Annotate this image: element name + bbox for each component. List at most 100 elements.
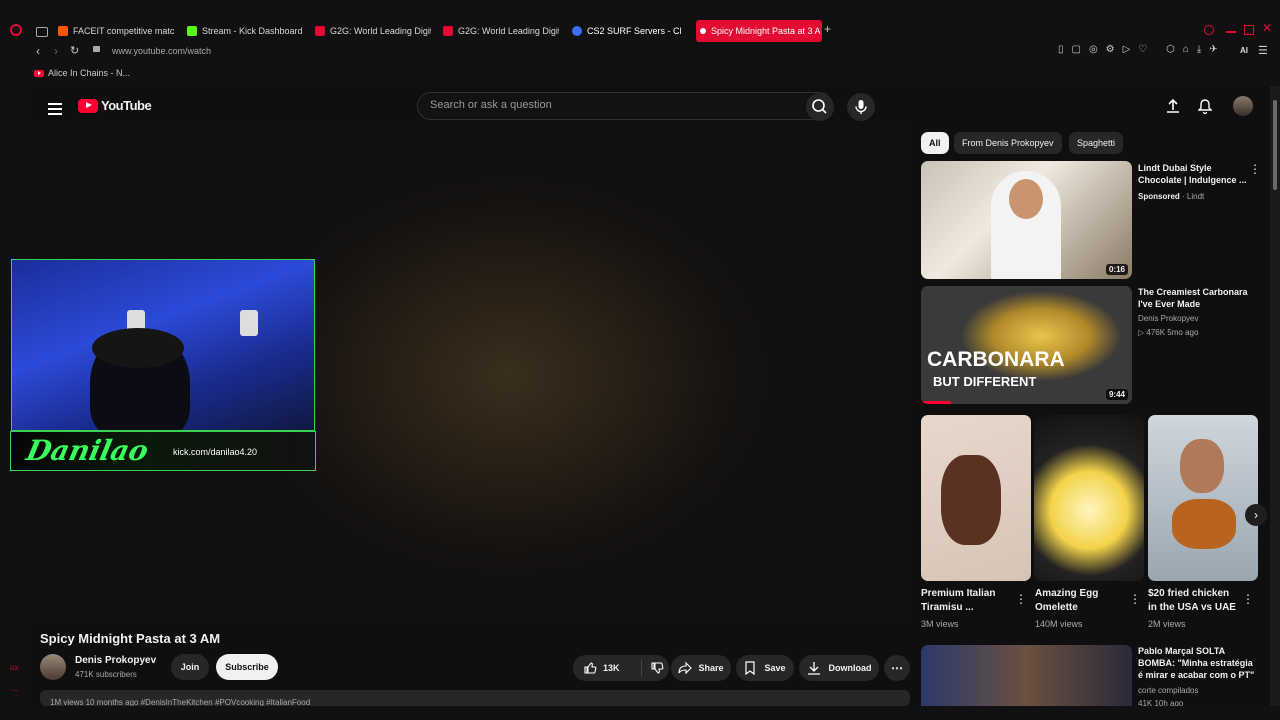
sidebar-aside-label[interactable]: GX [10, 666, 19, 672]
chip-label: All [929, 138, 941, 148]
speaker-right [240, 310, 258, 336]
shorts-next-button[interactable]: › [1245, 504, 1267, 526]
menu-icon[interactable]: ☰ [1258, 44, 1268, 57]
save-button[interactable]: Save [736, 655, 794, 681]
tab-label: Spicy Midnight Pasta at 3 A [711, 26, 821, 36]
more-options-icon[interactable]: ⋮ [1242, 592, 1254, 606]
short-thumbnail[interactable] [1148, 415, 1258, 581]
chip-label: Spaghetti [1077, 138, 1116, 148]
cs2-favicon-icon [572, 26, 582, 36]
more-actions-button[interactable]: ⋯ [884, 655, 910, 681]
short-thumbnail[interactable] [921, 415, 1031, 581]
short-views: 3M views [921, 619, 959, 629]
subscribe-button[interactable]: Subscribe [216, 654, 278, 680]
new-tab-button[interactable]: + [824, 22, 831, 36]
tab-g2g-1[interactable]: G2G: World Leading Digita [315, 20, 431, 42]
webcam-overlay [11, 259, 315, 431]
tab-g2g-2[interactable]: G2G: World Leading Digita [443, 20, 559, 42]
restore-icon[interactable] [1244, 25, 1254, 35]
short-title[interactable]: Amazing Egg Omelette [1035, 587, 1115, 615]
chip-from-channel[interactable]: From Denis Prokopyev [954, 132, 1062, 154]
sidebar-more-icon[interactable]: ... [11, 684, 18, 693]
tab-label: G2G: World Leading Digita [458, 26, 559, 36]
watch-progress-bar [921, 401, 951, 404]
forward-icon[interactable]: › [54, 44, 58, 58]
share-arrow-icon [678, 661, 693, 675]
recommendation-title[interactable]: The Creamiest Carbonara I've Ever Made [1138, 286, 1258, 310]
recommendation-thumbnail[interactable]: CARBONARA BUT DIFFERENT 9:44 [921, 286, 1132, 404]
recommendation-thumbnail[interactable] [921, 645, 1132, 706]
thumbs-down-icon [651, 662, 664, 674]
bookmark-item[interactable]: Alice In Chains - N... [48, 68, 130, 78]
scrollbar-thumb[interactable] [1273, 100, 1277, 190]
tab-kick[interactable]: Stream - Kick Dashboard [187, 20, 303, 42]
recommendation-stats: ▷ 476K 5mo ago [1138, 328, 1199, 337]
join-button[interactable]: Join [171, 654, 209, 680]
short-thumbnail[interactable] [1034, 415, 1144, 581]
chip-all[interactable]: All [921, 132, 949, 154]
reload-icon[interactable]: ↻ [70, 44, 79, 57]
minimize-icon[interactable] [1226, 31, 1236, 33]
fried-chicken [1172, 499, 1236, 549]
search-button[interactable] [806, 93, 834, 121]
lock-icon [93, 46, 100, 52]
video-title: Spicy Midnight Pasta at 3 AM [40, 631, 221, 646]
like-button[interactable]: 13K [573, 660, 642, 676]
tab-label: FACEIT competitive match [73, 26, 174, 36]
short-views: 140M views [1035, 619, 1083, 629]
channel-avatar[interactable] [40, 654, 66, 680]
subscribe-label: Subscribe [225, 662, 269, 672]
youtube-logo[interactable]: YouTube [78, 98, 152, 113]
more-options-icon[interactable]: ⋮ [1249, 162, 1261, 176]
short-views: 2M views [1148, 619, 1186, 629]
address-bar: ‹ › ↻ www.youtube.com/watch ▯▢◎⚙▷♡ ⬡⌂⤓✈ … [0, 44, 1280, 62]
share-button[interactable]: Share [671, 655, 731, 681]
user-avatar[interactable] [1233, 96, 1253, 116]
url-text[interactable]: www.youtube.com/watch [112, 46, 211, 56]
tab-cs2-surf[interactable]: CS2 SURF Servers - Cl✕ [572, 20, 690, 42]
search-tabs-icon[interactable] [1204, 25, 1214, 35]
more-options-icon[interactable]: ⋮ [1015, 592, 1027, 606]
browser-bottom-strip [0, 706, 1280, 720]
more-options-icon[interactable]: ⋮ [1129, 592, 1141, 606]
close-window-icon[interactable]: ✕ [1262, 21, 1272, 35]
chip-spaghetti[interactable]: Spaghetti [1069, 132, 1124, 154]
page-scrollbar[interactable] [1270, 86, 1280, 706]
tab-label: G2G: World Leading Digita [330, 26, 431, 36]
subscriber-count: 471K subscribers [75, 670, 137, 679]
search-input[interactable] [428, 98, 792, 112]
ai-label[interactable]: AI [1240, 46, 1248, 55]
create-upload-icon[interactable] [1166, 98, 1180, 114]
g2g-favicon-icon [315, 26, 325, 36]
recommendation-title[interactable]: Lindt Dubai Style Chocolate | Indulgence… [1138, 162, 1248, 186]
chef-face [1009, 179, 1043, 219]
channel-name[interactable]: Denis Prokopyev [1138, 314, 1198, 323]
short-title[interactable]: $20 fried chicken in the USA vs UAE [1148, 587, 1238, 615]
back-icon[interactable]: ‹ [36, 44, 40, 58]
save-label: Save [764, 663, 786, 673]
voice-search-button[interactable] [847, 93, 875, 121]
youtube-wordmark: YouTube [101, 98, 152, 113]
download-icon [807, 662, 820, 675]
dislike-button[interactable] [642, 661, 664, 675]
extension-icons[interactable]: ▯▢◎⚙▷♡ ⬡⌂⤓✈ [1058, 44, 1226, 55]
hamburger-menu-icon[interactable] [48, 100, 62, 118]
like-count: 13K [603, 663, 620, 673]
description-preview: 1M views 10 months ago #DenisInTheKitche… [50, 698, 311, 706]
tab-youtube-active[interactable]: Spicy Midnight Pasta at 3 A [696, 20, 822, 42]
notifications-bell-icon[interactable] [1198, 98, 1212, 114]
youtube-favicon-icon [34, 69, 44, 77]
short-title[interactable]: Premium Italian Tiramisu ... [921, 587, 1011, 615]
channel-name[interactable]: corte compilados [1138, 686, 1198, 695]
recommendation-thumbnail[interactable]: 0:16 [921, 161, 1132, 279]
bookmark-save-icon [745, 661, 756, 675]
search-box[interactable] [417, 92, 833, 120]
recommendation-title[interactable]: Pablo Marçal SOLTA BOMBA: "Minha estraté… [1138, 645, 1258, 681]
description-box[interactable]: 1M views 10 months ago #DenisInTheKitche… [40, 690, 910, 706]
kick-favicon-icon [187, 26, 197, 36]
browser-chrome: FACEIT competitive match Stream - Kick D… [0, 0, 1280, 86]
download-button[interactable]: Download [799, 655, 879, 681]
channel-name[interactable]: Denis Prokopyev [75, 655, 156, 666]
tab-faceit[interactable]: FACEIT competitive match [58, 20, 174, 42]
advertiser-name: Lindt [1186, 192, 1205, 201]
